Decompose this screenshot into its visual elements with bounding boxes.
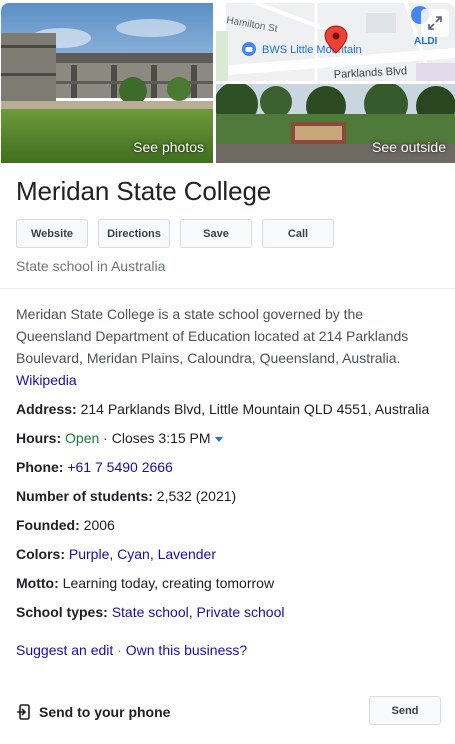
closing-time[interactable]: Closes 3:15 PM (112, 430, 211, 446)
phone-link[interactable]: +61 7 5490 2666 (67, 459, 173, 475)
motto-value: Learning today, creating tomorrow (62, 575, 275, 591)
address-label: Address: (16, 401, 77, 417)
color-link-cyan[interactable]: Cyan (117, 546, 150, 562)
map-poi-label: BWS Little Mountain (262, 44, 362, 56)
description-text: Meridan State College is a state school … (16, 306, 409, 366)
students-label: Number of students: (16, 488, 153, 504)
color-link-purple[interactable]: Purple (69, 546, 109, 562)
save-button[interactable]: Save (180, 219, 252, 248)
expand-icon (428, 16, 442, 30)
map-thumbnail[interactable]: BWS Little Mountain Hamilton St Parkland… (216, 3, 455, 81)
place-subtitle: State school in Australia (16, 258, 166, 274)
motto-label: Motto: (16, 575, 59, 591)
edit-links: Suggest an edit · Own this business? (16, 642, 247, 658)
color-link-lavender[interactable]: Lavender (158, 546, 216, 562)
hours-dropdown-icon[interactable] (214, 436, 223, 442)
colors-separator: , (109, 546, 118, 562)
send-button[interactable]: Send (369, 696, 441, 725)
description: Meridan State College is a state school … (16, 303, 441, 391)
map-store-label: ALDI (414, 36, 438, 47)
map-view: BWS Little Mountain Hamilton St Parkland… (216, 3, 455, 81)
founded-label: Founded: (16, 517, 80, 533)
colors-row: Colors: Purple, Cyan, Lavender (16, 546, 216, 562)
send-to-phone-icon (17, 704, 30, 720)
website-button[interactable]: Website (16, 219, 88, 248)
school-type-link-private[interactable]: Private school (197, 604, 285, 620)
photo-tile-outside[interactable]: See outside (216, 84, 455, 163)
founded-row: Founded: 2006 (16, 517, 115, 533)
hours-label: Hours: (16, 430, 62, 446)
directions-button[interactable]: Directions (98, 219, 170, 248)
hours-separator: · (99, 430, 112, 446)
school-type-link-state[interactable]: State school (112, 604, 189, 620)
address-value: 214 Parklands Blvd, Little Mountain QLD … (80, 401, 430, 417)
see-outside-label[interactable]: See outside (372, 139, 446, 155)
open-status: Open (65, 430, 100, 446)
students-row: Number of students: 2,532 (2021) (16, 488, 236, 504)
send-to-phone-row[interactable]: Send to your phone (16, 704, 170, 720)
students-value: 2,532 (2021) (156, 488, 237, 504)
own-business-link[interactable]: Own this business? (126, 642, 247, 658)
phone-row: Phone: +61 7 5490 2666 (16, 459, 173, 475)
photo-header: See photos BWS Little Mountain Hamilton … (0, 0, 455, 163)
school-types-label: School types: (16, 604, 108, 620)
phone-label: Phone: (16, 459, 64, 475)
see-photos-label[interactable]: See photos (133, 139, 204, 155)
divider (0, 288, 455, 289)
suggest-edit-link[interactable]: Suggest an edit (16, 642, 113, 658)
action-buttons: Website Directions Save Call (16, 219, 344, 248)
founded-value: 2006 (83, 517, 115, 533)
call-button[interactable]: Call (262, 219, 334, 248)
place-title: Meridan State College (16, 176, 272, 206)
motto-row: Motto: Learning today, creating tomorrow (16, 575, 274, 591)
send-to-phone-label: Send to your phone (39, 704, 171, 720)
school-types-separator: , (188, 604, 197, 620)
edit-separator: · (113, 642, 126, 658)
hours-row: Hours: Open · Closes 3:15 PM (16, 430, 223, 446)
school-types-row: School types: State school, Private scho… (16, 604, 284, 620)
wikipedia-link[interactable]: Wikipedia (16, 372, 77, 388)
address-row: Address: 214 Parklands Blvd, Little Moun… (16, 401, 429, 417)
expand-map-button[interactable] (421, 9, 449, 37)
colors-label: Colors: (16, 546, 65, 562)
colors-separator: , (149, 546, 158, 562)
photo-tile-photos[interactable]: See photos (1, 3, 213, 163)
